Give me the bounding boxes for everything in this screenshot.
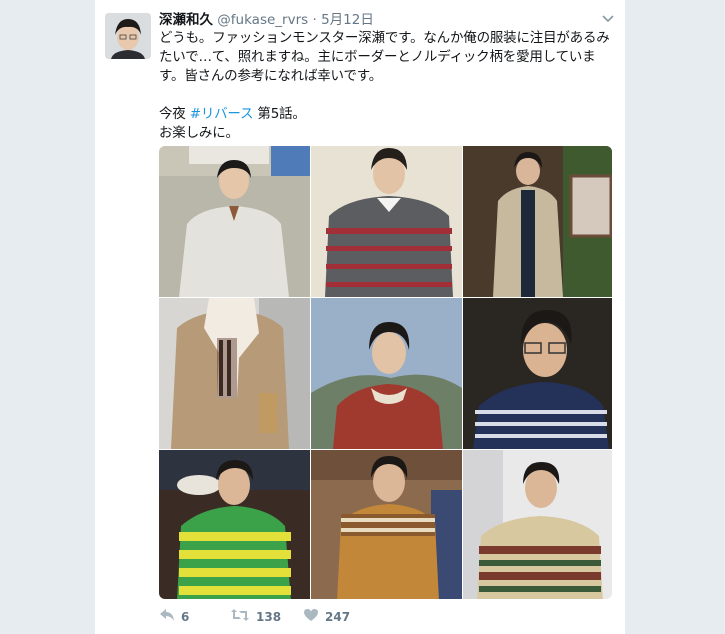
reply-count: 6 <box>181 609 190 624</box>
reply-button[interactable]: 6 <box>159 608 189 625</box>
retweet-button[interactable]: 138 <box>230 608 281 625</box>
scarf-coat-photo[interactable] <box>159 298 310 449</box>
tweet-text-line2-prefix: 今夜 <box>159 106 190 122</box>
retweet-icon <box>230 608 256 625</box>
red-hoodie-photo[interactable] <box>311 298 462 449</box>
beige-coat-photo[interactable] <box>463 146 612 297</box>
tweet-text-main: どうも。ファッションモンスター深瀬です。なんか俺の服装に注目があるみたいで…て、… <box>159 30 610 84</box>
tweet-text-line2-suffix: 第5話。 <box>253 106 306 122</box>
tweet-text-line3: お楽しみに。 <box>159 125 239 141</box>
separator-dot: · <box>312 12 317 28</box>
hashtag-link[interactable]: #リバース <box>190 106 254 122</box>
media-grid <box>159 146 612 599</box>
green-striped-sweater-photo[interactable] <box>159 450 310 599</box>
caret-down-icon[interactable] <box>600 10 616 26</box>
work-jacket-photo[interactable] <box>159 146 310 297</box>
tweet-header: 深瀬和久 @fukase_rvrs · 5月12日 <box>159 11 374 29</box>
heart-icon <box>303 608 325 625</box>
like-button[interactable]: 247 <box>303 608 350 625</box>
tweet-text: どうも。ファッションモンスター深瀬です。なんか俺の服装に注目があるみたいで…て、… <box>159 29 614 143</box>
retweet-count: 138 <box>256 609 282 624</box>
avatar[interactable] <box>105 13 151 59</box>
author-handle[interactable]: @fukase_rvrs <box>217 12 308 28</box>
navy-striped-shirt-photo[interactable] <box>463 298 612 449</box>
nordic-sweater-photo[interactable] <box>311 450 462 599</box>
tweet-timestamp[interactable]: 5月12日 <box>321 12 374 28</box>
gray-striped-sweater-photo[interactable] <box>311 146 462 297</box>
fair-isle-sweater-photo[interactable] <box>463 450 612 599</box>
author-name[interactable]: 深瀬和久 <box>159 12 213 28</box>
like-count: 247 <box>325 609 351 624</box>
reply-icon <box>159 608 181 625</box>
